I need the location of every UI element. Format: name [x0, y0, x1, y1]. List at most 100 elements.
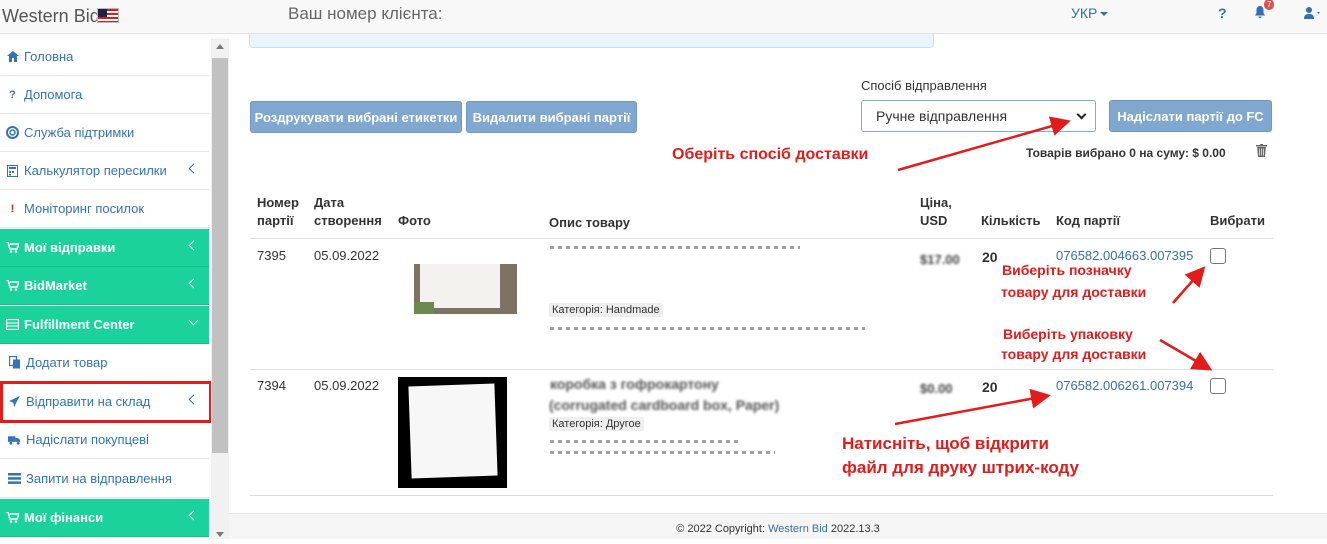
sidebar-item-calculator[interactable]: Калькулятор пересилки — [0, 152, 209, 190]
help-button[interactable]: ? — [1218, 5, 1227, 21]
exclamation-icon: ! — [10, 202, 15, 215]
chevron-down-icon — [1076, 109, 1087, 120]
print-labels-button[interactable]: Роздрукувати вибрані етикетки — [250, 101, 462, 133]
delete-batches-button[interactable]: Видалити вибрані партії — [466, 101, 637, 133]
sidebar-item-home[interactable]: Головна — [0, 38, 209, 76]
sidebar-item-bidmarket[interactable]: BidMarket — [0, 267, 209, 305]
category-tag: Категорія: Другое — [549, 417, 644, 431]
selected-summary: Товарів вибрано 0 на суму: $ 0.00 — [1026, 146, 1226, 160]
scroll-down-icon[interactable] — [216, 532, 224, 537]
sidebar-item-label: Служба підтримки — [24, 125, 135, 140]
send-to-fc-button[interactable]: Надіслати партії до FC — [1109, 100, 1272, 132]
annotation-click-open-2: файл для друку штрих-коду — [842, 458, 1079, 477]
sidebar-item-help[interactable]: ? Допомога — [0, 76, 209, 114]
footer-company-link[interactable]: Western Bid — [768, 523, 828, 535]
sidebar: Головна ? Допомога Служба підтримки Каль… — [0, 38, 209, 539]
sidebar-item-label: Допомога — [24, 87, 83, 102]
col-price: Ціна, USD — [920, 195, 952, 228]
sidebar-item-my-shipments[interactable]: Мої відправки — [0, 229, 209, 267]
user-icon — [1304, 7, 1320, 19]
language-dropdown[interactable]: УКР — [1071, 5, 1109, 21]
price-obscured: $0.00 — [920, 381, 953, 396]
annotation-choose-label-2: товару для доставки — [1001, 284, 1147, 300]
highlight-frame — [0, 381, 212, 423]
sidebar-item-label: Додати товар — [26, 355, 108, 370]
chevron-down-icon — [1100, 12, 1109, 17]
col-batch-code: Код партії — [1056, 213, 1121, 228]
col-photo: Фото — [398, 213, 431, 228]
col-select: Вибрати — [1210, 213, 1265, 228]
sidebar-item-send-to-buyer[interactable]: Надіслати покупцеві — [0, 421, 209, 459]
batch-no: 7394 — [257, 378, 286, 393]
storage-icon — [6, 318, 19, 331]
product-title-obscured — [550, 246, 800, 249]
client-number-label: Ваш номер клієнта: — [288, 4, 443, 23]
cart-icon — [6, 241, 19, 254]
notification-badge: 7 — [1264, 0, 1275, 10]
batch-code-link[interactable]: 076582.006261.007394 — [1056, 378, 1193, 393]
product-desc-obscured — [550, 451, 775, 454]
annotation-choose-pack-1: Виберіть упаковку — [1003, 326, 1133, 342]
table-divider — [250, 495, 1273, 496]
trash-icon[interactable] — [1256, 144, 1267, 157]
product-photo[interactable] — [398, 377, 507, 488]
batch-code-link[interactable]: 076582.004663.007395 — [1056, 248, 1193, 263]
select-checkbox[interactable] — [1210, 378, 1226, 394]
col-batch-no: Номер партії — [257, 195, 299, 228]
annotation-choose-label-1: Виберіть позначку — [1002, 262, 1132, 278]
footer: © 2022 Copyright: Western Bid 2022.13.3 — [229, 513, 1327, 539]
copyright-text: © 2022 Copyright: — [676, 523, 766, 535]
calculator-icon — [6, 164, 19, 177]
language-label: УКР — [1071, 5, 1098, 21]
table-divider — [250, 238, 1273, 239]
shipping-method-select[interactable]: Ручне відправлення — [861, 100, 1096, 132]
sidebar-item-fulfillment-center[interactable]: Fulfillment Center — [0, 306, 209, 344]
sidebar-item-add-product[interactable]: Додати товар — [0, 344, 209, 382]
annotation-choose-pack-2: товару для доставки — [1001, 346, 1147, 362]
list-icon — [8, 472, 21, 485]
scroll-up-icon[interactable] — [216, 44, 224, 49]
product-desc-obscured — [550, 327, 865, 330]
batch-no: 7395 — [257, 248, 286, 263]
sidebar-item-label: Мої відправки — [24, 240, 116, 255]
arrow-to-checkbox-1 — [1172, 266, 1206, 304]
user-menu[interactable] — [1304, 7, 1322, 22]
scroll-thumb[interactable] — [212, 58, 228, 453]
quantity: 20 — [982, 249, 998, 265]
version-text: 2022.13.3 — [830, 523, 880, 535]
lifebuoy-icon — [6, 126, 19, 139]
sidebar-item-my-finance[interactable]: Мої фінанси — [0, 499, 209, 537]
info-box — [249, 34, 934, 48]
created-date: 05.09.2022 — [314, 248, 380, 263]
price-obscured: $17.00 — [920, 252, 960, 267]
sidebar-item-label: Надіслати покупцеві — [26, 432, 149, 447]
annotation-click-open-1: Натисніть, щоб відкрити — [842, 434, 1049, 453]
col-created: Дата створення — [314, 195, 382, 228]
chevron-left-icon — [188, 163, 199, 174]
sidebar-item-label: BidMarket — [24, 278, 87, 293]
product-photo[interactable] — [414, 264, 517, 314]
brand-logo[interactable]: Western Bid — [2, 6, 100, 27]
sidebar-item-label: Fulfillment Center — [24, 317, 135, 332]
sidebar-item-shipping-requests[interactable]: Запити на відправлення — [0, 460, 209, 498]
top-navbar: Western Bid Ваш номер клієнта: УКР ? 7 — [0, 0, 1327, 34]
sidebar-item-label: Мої фінанси — [24, 510, 104, 525]
col-description: Опис товару — [549, 215, 630, 230]
col-qty: Кількість — [981, 213, 1041, 228]
sidebar-scrollbar[interactable] — [211, 38, 229, 539]
chevron-left-icon — [188, 510, 199, 521]
arrow-to-checkbox-2 — [1159, 338, 1213, 371]
category-tag: Категорія: Handmade — [549, 303, 663, 317]
created-date: 05.09.2022 — [314, 378, 380, 393]
product-desc-obscured — [550, 440, 740, 443]
sidebar-item-label: Головна — [24, 49, 74, 64]
chevron-left-icon — [188, 278, 199, 289]
question-icon: ? — [9, 88, 16, 101]
select-checkbox[interactable] — [1210, 248, 1226, 264]
quantity: 20 — [982, 379, 998, 395]
sidebar-item-support[interactable]: Служба підтримки — [0, 114, 209, 152]
table-divider — [250, 369, 1273, 370]
annotation-choose-delivery: Оберіть спосіб доставки — [672, 146, 869, 163]
sidebar-item-tracking[interactable]: ! Моніторинг посилок — [0, 190, 209, 228]
cart-icon — [6, 511, 19, 524]
